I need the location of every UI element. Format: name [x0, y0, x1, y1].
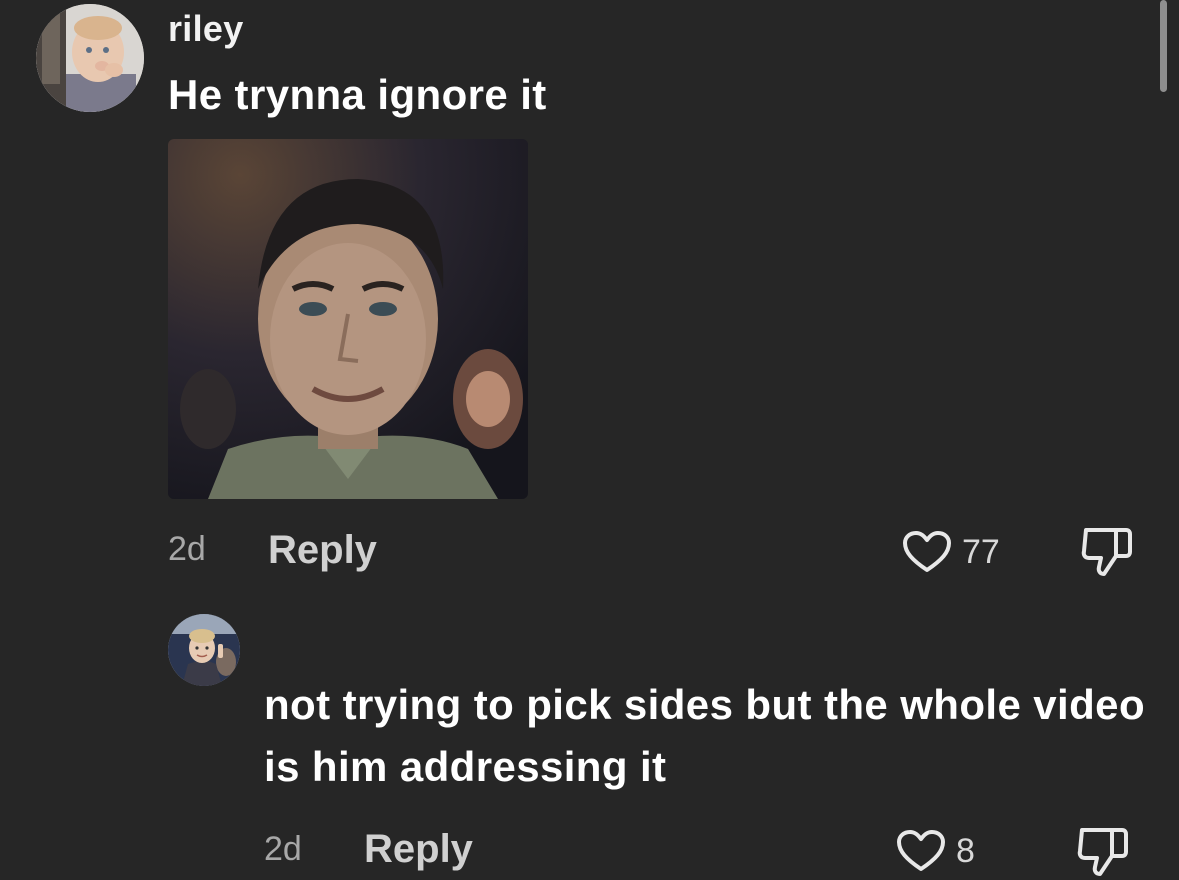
- comment-timestamp: 2d: [168, 530, 206, 568]
- thumbs-down-icon[interactable]: [1080, 526, 1134, 578]
- comment-timestamp: 2d: [264, 830, 302, 868]
- comment-username[interactable]: riley: [168, 8, 244, 50]
- scrollbar[interactable]: [1160, 0, 1167, 92]
- reply-button[interactable]: Reply: [268, 528, 377, 573]
- thumbs-down-icon[interactable]: [1076, 826, 1130, 878]
- heart-icon: [902, 530, 952, 574]
- heart-icon: [896, 829, 946, 873]
- comment-attached-image[interactable]: [168, 139, 528, 499]
- like-button[interactable]: 77: [902, 530, 1000, 574]
- reply-button[interactable]: Reply: [364, 827, 473, 872]
- like-count: 77: [962, 532, 1000, 571]
- like-count: 8: [956, 831, 975, 870]
- comment-text: He trynna ignore it: [168, 71, 547, 118]
- comments-screen: riley He trynna ignore it 2d Reply 77 no…: [0, 0, 1179, 880]
- child-photo-avatar: [168, 614, 240, 686]
- avatar-reply-user[interactable]: [168, 614, 240, 686]
- baby-photo-avatar: [36, 4, 144, 112]
- comment-text: not trying to pick sides but the whole v…: [264, 681, 1145, 790]
- smiling-man-photo: [168, 139, 528, 499]
- like-button[interactable]: 8: [896, 829, 975, 873]
- avatar-riley[interactable]: [36, 4, 144, 112]
